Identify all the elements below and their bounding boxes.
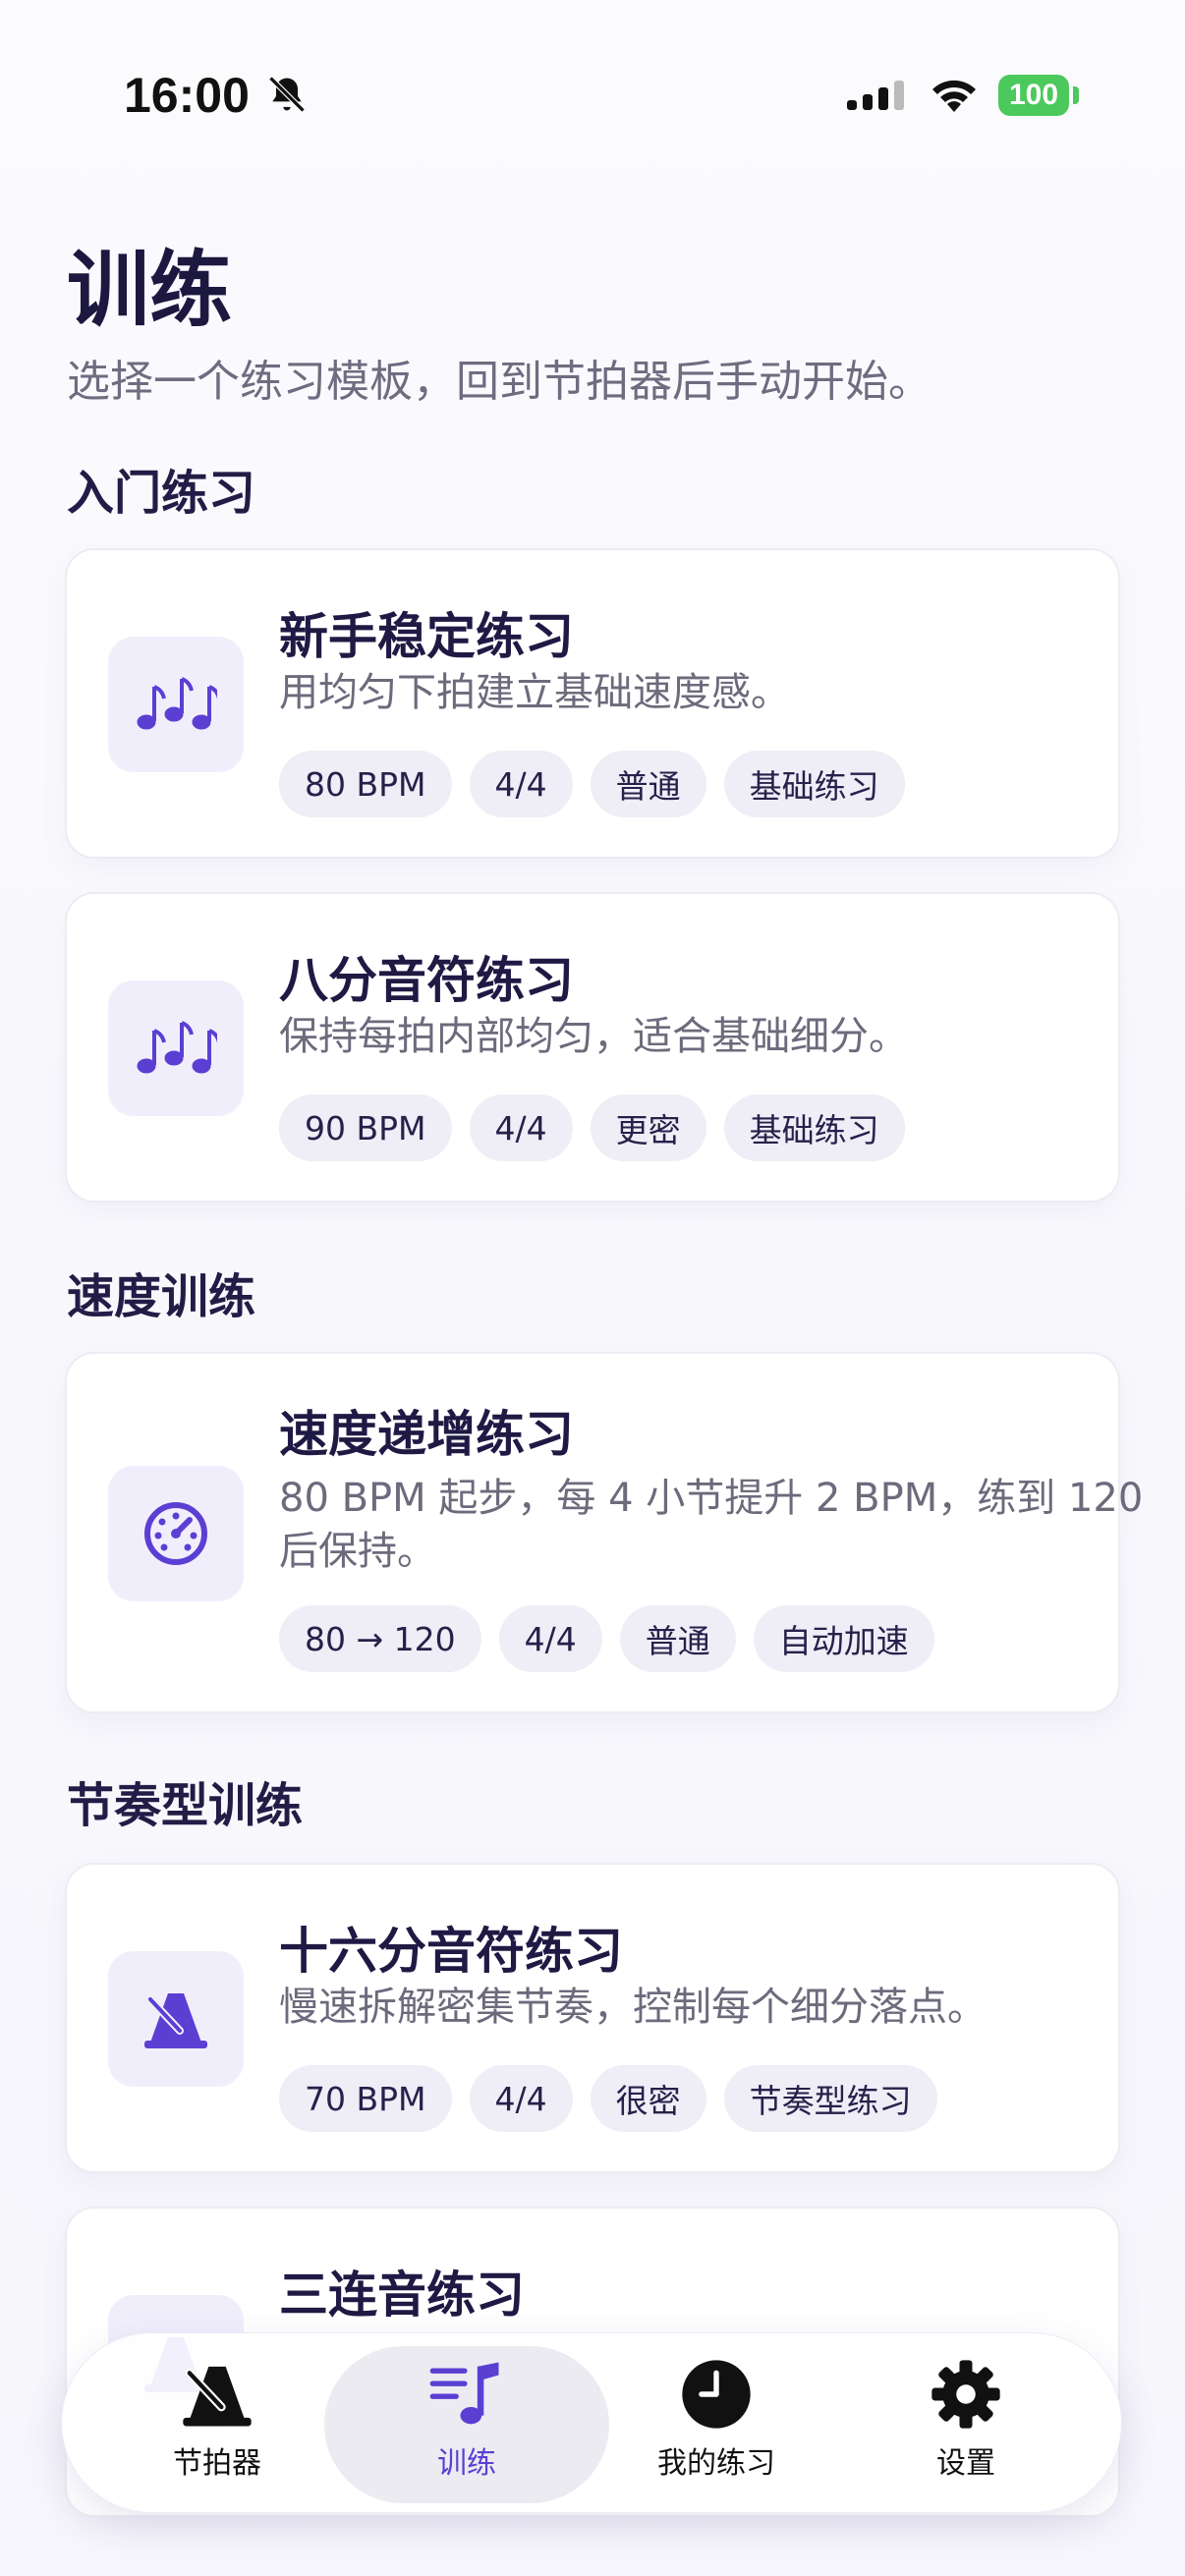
card-description: 80 BPM 起步，每 4 小节提升 2 BPM，练到 120 后保持。 [279, 1476, 1144, 1574]
tag-time-signature: 4/4 [469, 2065, 573, 2132]
tag-bpm: 80 BPM [279, 751, 452, 817]
clock-icon [682, 2360, 751, 2429]
tag-density: 很密 [590, 2065, 706, 2132]
battery-level: 100 [1008, 79, 1059, 111]
section-title-speed: 速度训练 [67, 1269, 256, 1324]
tag-bpm-range: 80 → 120 [279, 1605, 481, 1672]
card-title: 速度递增练习 [279, 1406, 574, 1463]
music-notes-icon [108, 637, 244, 772]
tab-label: 训练 [437, 2446, 496, 2481]
tab-settings[interactable]: 设置 [843, 2356, 1089, 2503]
tag-category: 基础练习 [723, 1094, 905, 1161]
card-tags: 90 BPM 4/4 更密 基础练习 [279, 1094, 905, 1161]
card-description: 用均匀下拍建立基础速度感。 [279, 670, 790, 715]
tag-density: 更密 [590, 1094, 706, 1161]
card-title: 十六分音符练习 [279, 1923, 623, 1980]
music-list-icon [429, 2362, 499, 2425]
page-title: 训练 [67, 242, 233, 338]
tag-bpm: 70 BPM [279, 2065, 452, 2132]
tag-category: 基础练习 [723, 751, 905, 817]
signal-icon [847, 81, 904, 110]
card-description: 慢速拆解密集节奏，控制每个细分落点。 [279, 1985, 987, 2030]
card-tags: 70 BPM 4/4 很密 节奏型练习 [279, 2065, 937, 2132]
section-title-beginner: 入门练习 [67, 466, 256, 521]
card-title: 新手稳定练习 [279, 608, 574, 665]
metronome-icon [108, 1951, 244, 2087]
practice-card[interactable]: 速度递增练习 80 BPM 起步，每 4 小节提升 2 BPM，练到 120 后… [65, 1352, 1143, 1713]
wifi-icon [932, 80, 976, 112]
tag-time-signature: 4/4 [498, 1605, 602, 1672]
tab-label: 节拍器 [173, 2446, 261, 2481]
tag-bpm: 90 BPM [279, 1094, 452, 1161]
card-title: 三连音练习 [279, 2267, 525, 2324]
practice-card[interactable]: 十六分音符练习 慢速拆解密集节奏，控制每个细分落点。 70 BPM 4/4 很密… [65, 1863, 1120, 2173]
tab-metronome[interactable]: 节拍器 [94, 2356, 340, 2503]
tag-time-signature: 4/4 [469, 751, 573, 817]
tag-density: 普通 [590, 751, 706, 817]
battery-icon: 100 [998, 75, 1069, 116]
tag-category: 自动加速 [753, 1605, 934, 1672]
tab-label: 设置 [936, 2446, 995, 2481]
status-time: 16:00 [124, 68, 250, 123]
tab-training[interactable]: 训练 [344, 2356, 590, 2503]
card-tags: 80 BPM 4/4 普通 基础练习 [279, 751, 905, 817]
tag-category: 节奏型练习 [723, 2065, 937, 2132]
battery-cap [1073, 86, 1079, 104]
practice-card[interactable]: 八分音符练习 保持每拍内部均匀，适合基础细分。 90 BPM 4/4 更密 基础… [65, 892, 1120, 1203]
tab-my-practice[interactable]: 我的练习 [593, 2356, 839, 2503]
card-description: 保持每拍内部均匀，适合基础细分。 [279, 1014, 908, 1059]
tab-label: 我的练习 [657, 2446, 775, 2481]
bell-slash-icon [268, 76, 306, 113]
section-title-rhythm: 节奏型训练 [67, 1778, 304, 1833]
card-title: 八分音符练习 [279, 952, 574, 1009]
tag-time-signature: 4/4 [469, 1094, 573, 1161]
card-tags: 80 → 120 4/4 普通 自动加速 [279, 1605, 934, 1672]
tag-density: 普通 [619, 1605, 736, 1672]
speedometer-icon [108, 1466, 244, 1601]
music-notes-icon [108, 980, 244, 1116]
practice-card[interactable]: 新手稳定练习 用均匀下拍建立基础速度感。 80 BPM 4/4 普通 基础练习 [65, 548, 1120, 859]
metronome-icon [183, 2366, 252, 2427]
status-bar: 16:00 100 [0, 0, 1185, 167]
gear-icon [931, 2360, 1000, 2429]
page-subtitle: 选择一个练习模板，回到节拍器后手动开始。 [67, 357, 931, 407]
